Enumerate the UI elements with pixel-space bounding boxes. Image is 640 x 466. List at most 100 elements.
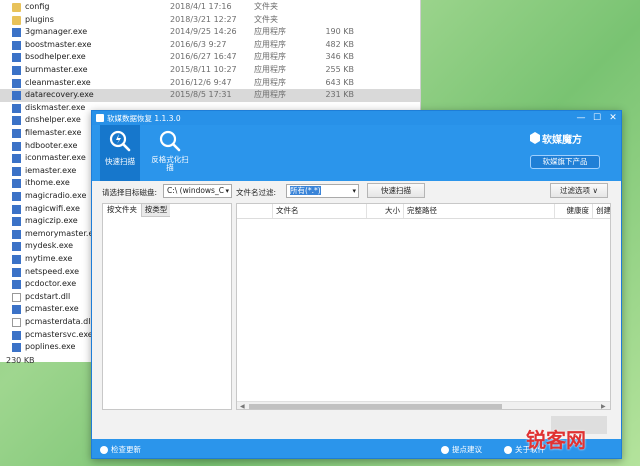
exe-icon xyxy=(12,242,21,252)
file-date: 2016/12/6 9:47 xyxy=(170,77,232,87)
check-update-link[interactable]: 检查更新 xyxy=(100,444,141,455)
file-size: 231 KB xyxy=(325,90,354,100)
file-name: pcmaster.exe xyxy=(25,304,79,314)
disk-label: 请选择目标磁盘: xyxy=(102,188,158,197)
disk-select[interactable]: C:\ (windows_C ▾ xyxy=(163,184,232,198)
exe-icon xyxy=(12,91,21,101)
chevron-down-icon: ▾ xyxy=(225,187,229,195)
exe-icon xyxy=(12,141,21,151)
toolbar: 快速扫描 反格式化扫描 软媒魔方 软媒旗下产品 xyxy=(92,125,621,181)
exe-icon xyxy=(12,229,21,239)
chevron-down-icon: ∨ xyxy=(592,186,598,195)
disk-select-value: C:\ (windows_C xyxy=(167,186,224,195)
file-name: netspeed.exe xyxy=(25,266,80,276)
file-row[interactable]: boostmaster.exe 2016/6/3 9:27 应用程序 482 KB xyxy=(0,39,420,52)
column-health[interactable]: 健康度 xyxy=(555,204,593,218)
file-type: 应用程序 xyxy=(254,27,286,37)
file-row[interactable]: datarecovery.exe 2015/8/5 17:31 应用程序 231 KB xyxy=(0,89,420,102)
file-date: 2014/9/25 14:26 xyxy=(170,27,237,37)
quick-scan-button[interactable]: 快速扫描 xyxy=(367,183,425,198)
scroll-right-icon[interactable]: ▶ xyxy=(601,402,606,409)
dll-icon xyxy=(12,318,21,327)
file-type: 应用程序 xyxy=(254,52,286,62)
exe-icon xyxy=(12,255,21,264)
file-type: 应用程序 xyxy=(254,77,286,87)
file-name: datarecovery.exe xyxy=(25,90,94,100)
file-name: pcmasterdata.dll xyxy=(25,317,93,326)
file-row[interactable]: plugins 2018/3/21 12:27 文件夹 xyxy=(0,14,420,27)
file-name: cleanmaster.exe xyxy=(25,77,91,87)
column-filename[interactable]: 文件名 xyxy=(273,204,367,218)
folder-icon xyxy=(12,3,21,12)
data-recovery-window: 软媒数据恢复 1.1.3.0 — ☐ ✕ 快速扫描 反格式化扫描 软媒魔方 软媒… xyxy=(91,110,622,459)
window-title: 软媒数据恢复 1.1.3.0 xyxy=(107,114,181,123)
scroll-left-icon[interactable]: ◀ xyxy=(240,402,245,409)
exe-icon xyxy=(12,129,21,138)
exe-icon xyxy=(12,78,21,88)
quick-scan-label: 快速扫描 xyxy=(105,157,135,166)
minimize-button[interactable]: — xyxy=(573,111,589,125)
file-name: burnmaster.exe xyxy=(25,65,88,74)
quick-scan-tool[interactable]: 快速扫描 xyxy=(100,125,140,181)
column-checkbox[interactable] xyxy=(237,204,273,218)
file-type: 应用程序 xyxy=(254,90,286,100)
filter-options-button[interactable]: 过滤选项 ∨ xyxy=(550,183,608,198)
file-row[interactable]: burnmaster.exe 2015/8/11 10:27 应用程序 255 KB xyxy=(0,64,420,77)
exe-icon xyxy=(12,53,21,63)
title-bar: 软媒数据恢复 1.1.3.0 — ☐ ✕ xyxy=(92,111,621,125)
file-name: mydesk.exe xyxy=(25,241,74,251)
column-full-path[interactable]: 完整路径 xyxy=(404,204,555,218)
file-row[interactable]: bsodhelper.exe 2016/6/27 16:47 应用程序 346 KB xyxy=(0,51,420,64)
filter-select[interactable]: 所有(*.*) ▾ xyxy=(286,184,359,198)
watermark-text: 锐客网 xyxy=(526,428,586,452)
suggest-label: 提点建议 xyxy=(452,445,482,454)
file-name: 3gmanager.exe xyxy=(25,27,88,37)
exe-icon xyxy=(12,66,21,75)
maximize-button[interactable]: ☐ xyxy=(589,111,605,125)
filter-label: 文件名过滤: xyxy=(236,188,277,197)
cube-icon xyxy=(530,132,540,144)
file-size: 346 KB xyxy=(325,52,354,62)
filter-options-label: 过滤选项 xyxy=(560,186,591,195)
file-name: pcdoctor.exe xyxy=(25,279,77,289)
exe-icon xyxy=(12,179,21,189)
dll-icon xyxy=(12,292,21,302)
file-name: dnshelper.exe xyxy=(25,115,81,125)
watermark: 锐客网 xyxy=(518,418,640,466)
file-size: 255 KB xyxy=(325,65,354,74)
file-date: 2016/6/3 9:27 xyxy=(170,39,227,49)
file-date: 2018/3/21 12:27 xyxy=(170,14,237,24)
close-button[interactable]: ✕ xyxy=(605,111,621,125)
table-header: 文件名 大小 完整路径 健康度 创建 xyxy=(237,204,610,219)
update-icon xyxy=(100,446,108,454)
file-results-table: 文件名 大小 完整路径 健康度 创建 ◀ ▶ xyxy=(236,203,611,410)
exe-icon xyxy=(12,217,21,227)
brand-name: 软媒魔方 xyxy=(542,135,582,146)
tab-by-folder[interactable]: 按文件夹 xyxy=(103,204,141,216)
tab-by-type[interactable]: 按类型 xyxy=(141,204,170,217)
file-date: 2016/6/27 16:47 xyxy=(170,52,237,62)
deep-scan-label: 反格式化扫描 xyxy=(151,155,189,172)
exe-icon xyxy=(12,103,21,113)
column-size[interactable]: 大小 xyxy=(367,204,404,218)
file-row[interactable]: cleanmaster.exe 2016/12/6 9:47 应用程序 643 KB xyxy=(0,77,420,90)
file-row[interactable]: 3gmanager.exe 2014/9/25 14:26 应用程序 190 KB xyxy=(0,26,420,39)
filter-select-value: 所有(*.*) xyxy=(290,186,321,195)
file-name: ithome.exe xyxy=(25,178,70,188)
file-size: 643 KB xyxy=(325,77,354,87)
scrollbar-thumb[interactable] xyxy=(249,404,502,409)
exe-icon xyxy=(12,280,21,290)
exe-icon xyxy=(12,166,21,176)
file-type: 文件夹 xyxy=(254,2,278,11)
exe-icon xyxy=(12,40,21,50)
suggest-link[interactable]: 提点建议 xyxy=(441,444,482,455)
deep-scan-tool[interactable]: 反格式化扫描 xyxy=(148,125,192,181)
column-created[interactable]: 创建 xyxy=(593,204,610,218)
file-row[interactable]: config 2018/4/1 17:16 文件夹 xyxy=(0,1,420,14)
feedback-icon xyxy=(441,446,449,454)
exe-icon xyxy=(12,305,21,315)
horizontal-scrollbar[interactable]: ◀ ▶ xyxy=(237,401,610,409)
file-name: iconmaster.exe xyxy=(25,153,86,163)
brand-subtitle[interactable]: 软媒旗下产品 xyxy=(530,155,600,169)
file-name: config xyxy=(25,2,50,11)
